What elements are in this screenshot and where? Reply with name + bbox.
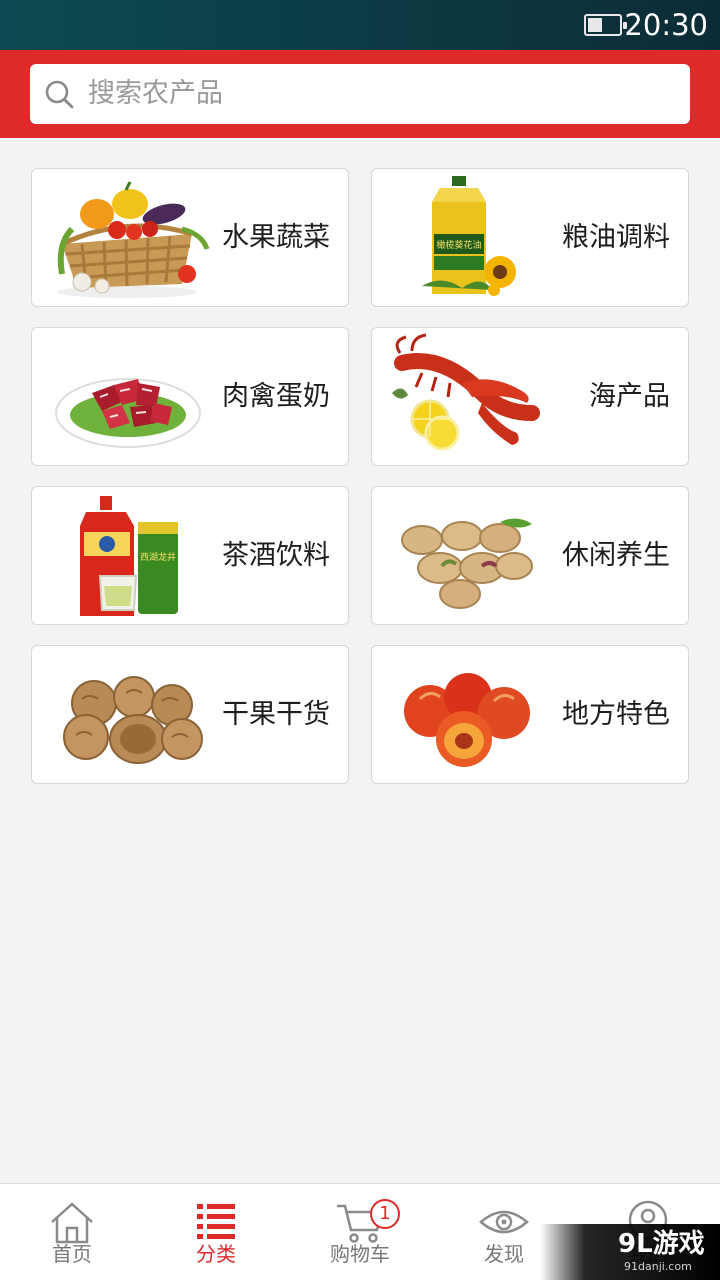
tab-cart[interactable]: 购物车 xyxy=(288,1184,432,1280)
category-label: 海产品 xyxy=(589,381,670,412)
status-bar: 20:30 xyxy=(0,0,720,50)
pistachio-image xyxy=(401,518,533,609)
battery-icon xyxy=(584,14,627,36)
tab-label: 首页 xyxy=(52,1242,92,1266)
search-header: 搜索农产品 xyxy=(0,50,720,138)
eye-icon xyxy=(479,1210,529,1234)
status-time: 20:30 xyxy=(624,8,708,42)
category-card-tea-drinks[interactable]: 西湖龙井 茶酒饮料 xyxy=(31,486,349,625)
category-card-snacks[interactable]: 休闲养生 xyxy=(371,486,689,625)
category-list-icon xyxy=(197,1204,235,1239)
walnut-image xyxy=(63,676,203,764)
category-label: 茶酒饮料 xyxy=(222,540,330,571)
battery-level xyxy=(588,18,602,32)
cooking-oil-image: 橄榄葵花油 xyxy=(422,176,516,296)
category-label: 休闲养生 xyxy=(562,540,670,571)
category-card-grain-oil[interactable]: 橄榄葵花油 粮油调料 xyxy=(371,168,689,307)
vegetable-basket-image xyxy=(57,181,210,298)
category-card-meat-dairy[interactable]: 肉禽蛋奶 xyxy=(31,327,349,466)
cart-badge: 1 xyxy=(370,1199,400,1229)
home-icon xyxy=(51,1202,93,1244)
tab-label: 购物车 xyxy=(330,1242,390,1266)
tab-label: 分类 xyxy=(196,1242,236,1266)
category-card-fruit-veg[interactable]: 水果蔬菜 xyxy=(31,168,349,307)
tab-home[interactable]: 首页 xyxy=(0,1184,144,1280)
meat-plate-image xyxy=(55,378,201,448)
lobster-image xyxy=(392,333,540,451)
search-input[interactable]: 搜索农产品 xyxy=(30,64,690,124)
category-card-dried-fruits[interactable]: 干果干货 xyxy=(31,645,349,784)
watermark: 9L游戏 91danji.com xyxy=(540,1224,720,1280)
tea-can-text: 西湖龙井 xyxy=(140,551,176,563)
watermark-url: 91danji.com xyxy=(624,1260,692,1273)
category-label: 粮油调料 xyxy=(562,222,670,253)
category-label: 肉禽蛋奶 xyxy=(222,381,330,412)
oil-bottle-text: 橄榄葵花油 xyxy=(436,239,481,251)
search-placeholder: 搜索农产品 xyxy=(88,78,223,109)
category-label: 干果干货 xyxy=(222,699,330,730)
search-icon xyxy=(45,80,74,109)
category-card-seafood[interactable]: 海产品 xyxy=(371,327,689,466)
tab-category[interactable]: 分类 xyxy=(144,1184,288,1280)
watermark-logo: 9L游戏 xyxy=(618,1229,705,1259)
liquor-tea-image: 西湖龙井 xyxy=(80,496,178,616)
category-label: 水果蔬菜 xyxy=(222,222,330,253)
category-card-local-specialty[interactable]: 地方特色 xyxy=(371,645,689,784)
category-label: 地方特色 xyxy=(562,699,670,730)
peach-image xyxy=(404,673,530,767)
